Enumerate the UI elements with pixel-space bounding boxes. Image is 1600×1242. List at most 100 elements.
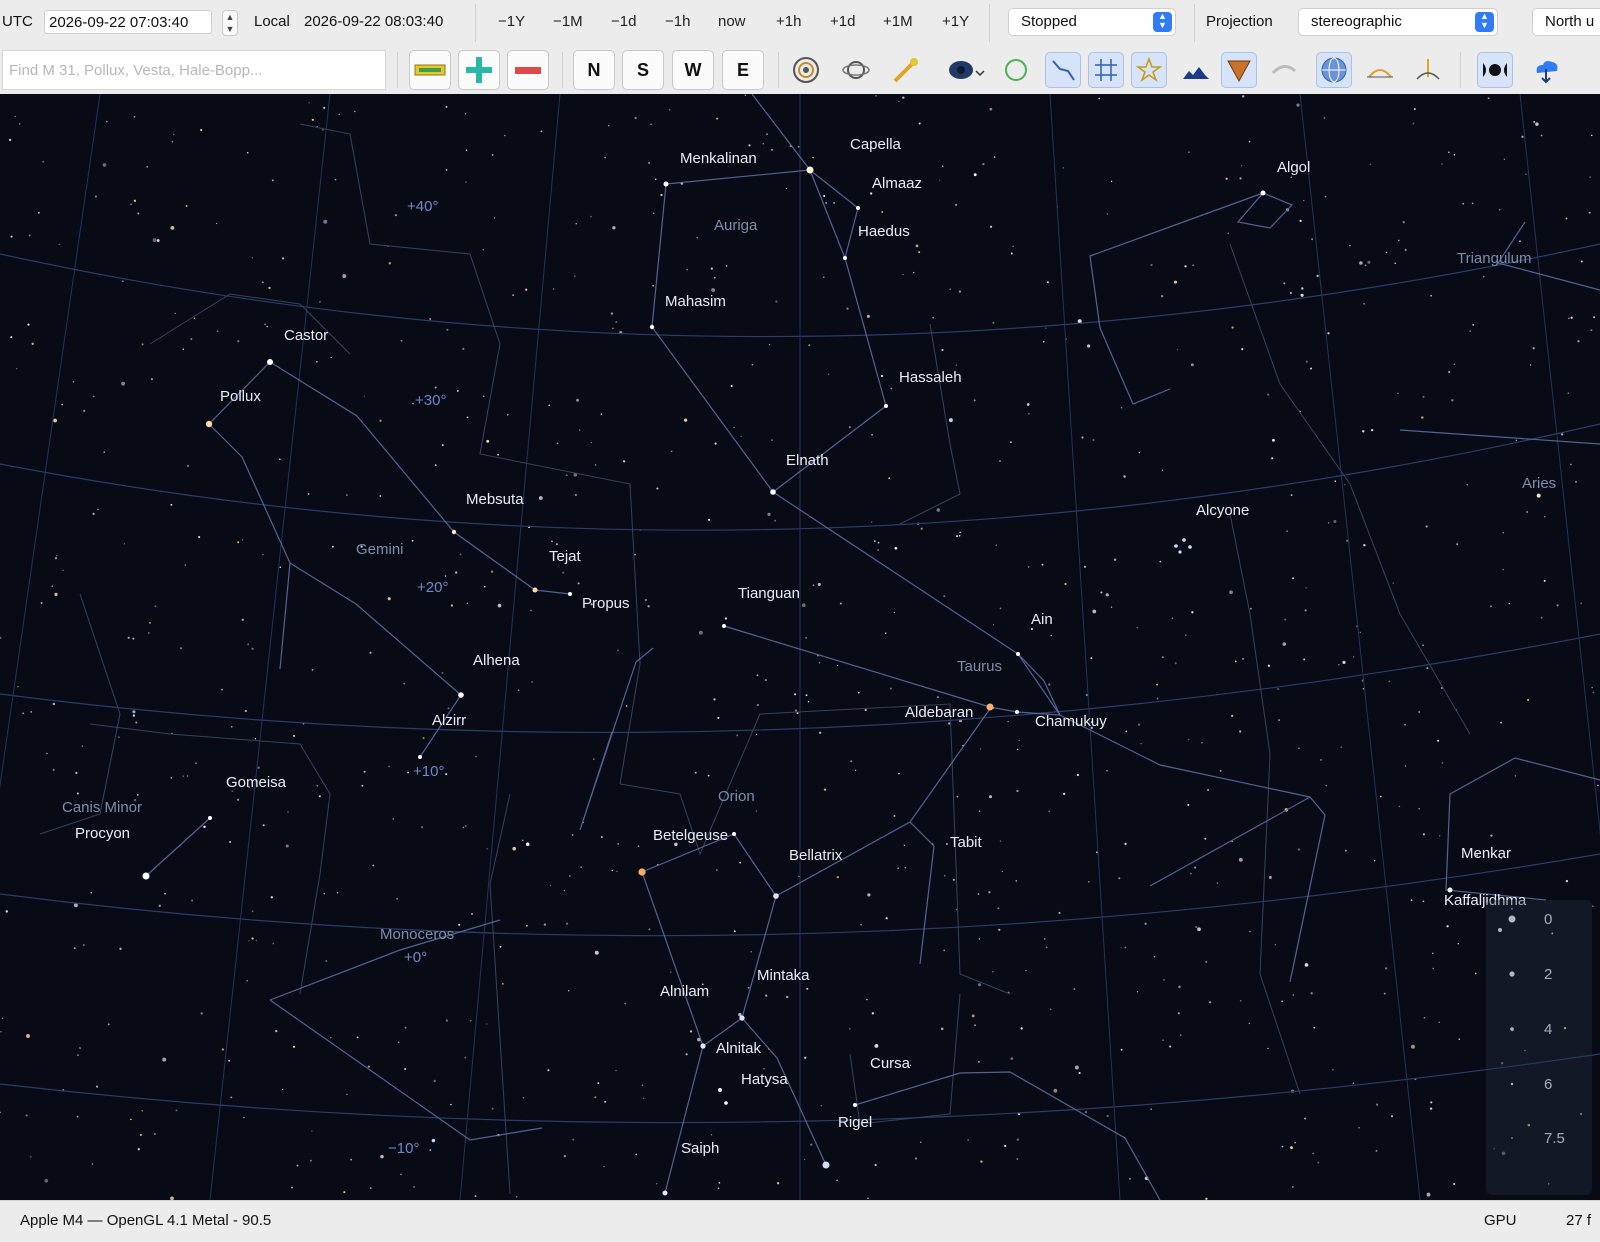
- object-search[interactable]: [2, 50, 386, 90]
- ecliptic-toggle[interactable]: [1221, 52, 1257, 88]
- background-star: [616, 870, 618, 873]
- observer-toggle[interactable]: [1362, 52, 1398, 88]
- constellation-line: [641, 871, 704, 1047]
- background-star: [323, 106, 326, 109]
- grid-toggle[interactable]: [1088, 52, 1124, 88]
- galaxy-menu[interactable]: [944, 52, 988, 88]
- circle-toggle[interactable]: [998, 52, 1034, 88]
- milky-way-toggle[interactable]: [1266, 52, 1302, 88]
- step-minus-1d-button[interactable]: −1d: [611, 13, 636, 30]
- background-star: [465, 149, 468, 151]
- background-star: [615, 321, 618, 324]
- step-plus-1y-button[interactable]: +1Y: [942, 13, 969, 30]
- declination-grid-label: +0°: [404, 949, 427, 966]
- background-star: [774, 519, 777, 522]
- background-star: [1136, 626, 1138, 629]
- background-star: [1418, 711, 1421, 713]
- zoom-in-button[interactable]: [458, 50, 500, 90]
- moon-phase-toggle[interactable]: [1477, 52, 1513, 88]
- background-star: [1081, 436, 1084, 439]
- step-minus-1y-button[interactable]: −1Y: [498, 13, 525, 30]
- background-star: [1010, 252, 1013, 255]
- step-minus-1m-button[interactable]: −1M: [553, 13, 583, 30]
- background-star: [764, 679, 767, 682]
- deep-sky-toggle[interactable]: [788, 52, 824, 88]
- background-star: [1241, 657, 1245, 661]
- background-star: [455, 571, 458, 574]
- background-star: [1359, 261, 1363, 265]
- zoom-out-button[interactable]: [507, 50, 549, 90]
- background-star: [195, 762, 197, 764]
- constellation-line: [854, 1071, 1161, 1200]
- background-star: [433, 1079, 436, 1083]
- background-star: [1482, 275, 1485, 278]
- direction-south-button[interactable]: S: [622, 50, 664, 90]
- step-plus-1h-button[interactable]: +1h: [776, 13, 801, 30]
- step-minus-1h-button[interactable]: −1h: [665, 13, 690, 30]
- orientation-select[interactable]: North u: [1532, 8, 1600, 36]
- measure-button[interactable]: [409, 50, 451, 90]
- direction-west-button[interactable]: W: [672, 50, 714, 90]
- named-star: [267, 359, 273, 365]
- clock-state-select[interactable]: Stopped ▲ ▼: [1008, 8, 1176, 36]
- cloud-download-button[interactable]: [1528, 52, 1564, 88]
- background-star: [137, 212, 140, 215]
- step-plus-1m-button[interactable]: +1M: [883, 13, 913, 30]
- background-star: [556, 442, 559, 445]
- background-star: [1110, 180, 1113, 183]
- background-star: [897, 867, 899, 869]
- background-star: [610, 312, 614, 315]
- sky-view[interactable]: Menkalinan Capella Almaaz Haedus Auriga Mahas…: [0, 94, 1600, 1200]
- background-star: [27, 323, 30, 326]
- background-star: [713, 276, 716, 279]
- landscape-toggle[interactable]: [1178, 52, 1214, 88]
- projection-select[interactable]: stereographic ▲ ▼: [1298, 8, 1498, 36]
- sphere-projection-toggle[interactable]: [1316, 52, 1352, 88]
- utc-datetime-field[interactable]: 2026-09-22 07:03:40: [44, 10, 212, 34]
- background-star: [647, 605, 650, 608]
- now-button[interactable]: now: [718, 13, 746, 30]
- star-label: Ain: [1031, 611, 1053, 628]
- background-star: [710, 1134, 713, 1136]
- background-star: [942, 165, 944, 167]
- constellation-lines-toggle[interactable]: [1045, 52, 1081, 88]
- background-star: [76, 792, 79, 795]
- background-star: [670, 450, 673, 453]
- background-star: [44, 1178, 49, 1183]
- sky-chart[interactable]: Menkalinan Capella Almaaz Haedus Auriga Mahas…: [0, 94, 1600, 1200]
- background-star: [469, 1019, 472, 1022]
- background-star: [902, 96, 905, 99]
- background-star: [512, 294, 514, 296]
- location-toggle[interactable]: [1410, 52, 1446, 88]
- background-star: [1100, 591, 1103, 594]
- background-star: [73, 947, 76, 950]
- background-star: [660, 193, 663, 197]
- background-star: [1362, 430, 1365, 433]
- utc-stepper[interactable]: ▲ ▼: [222, 10, 238, 36]
- background-star: [1044, 938, 1046, 940]
- search-input[interactable]: [7, 51, 383, 89]
- background-star: [936, 508, 941, 512]
- observer-location-icon: [1416, 59, 1440, 80]
- background-star: [154, 1133, 156, 1135]
- background-star: [316, 784, 319, 787]
- background-star: [867, 893, 871, 897]
- step-plus-1d-button[interactable]: +1d: [830, 13, 855, 30]
- comets-toggle[interactable]: [888, 52, 924, 88]
- background-star: [1238, 857, 1243, 862]
- direction-north-button[interactable]: N: [573, 50, 615, 90]
- background-star: [977, 893, 980, 895]
- divider: [989, 4, 990, 42]
- planets-toggle[interactable]: [838, 52, 874, 88]
- constellation-line: [208, 423, 291, 670]
- background-star: [1589, 176, 1591, 178]
- direction-east-button[interactable]: E: [722, 50, 764, 90]
- background-star: [565, 474, 568, 477]
- background-star: [683, 418, 688, 422]
- named-star: [843, 256, 847, 260]
- background-star: [79, 1047, 81, 1049]
- background-star: [1349, 244, 1351, 247]
- background-star: [522, 1096, 525, 1099]
- background-star: [650, 123, 652, 126]
- star-labels-toggle[interactable]: [1131, 52, 1167, 88]
